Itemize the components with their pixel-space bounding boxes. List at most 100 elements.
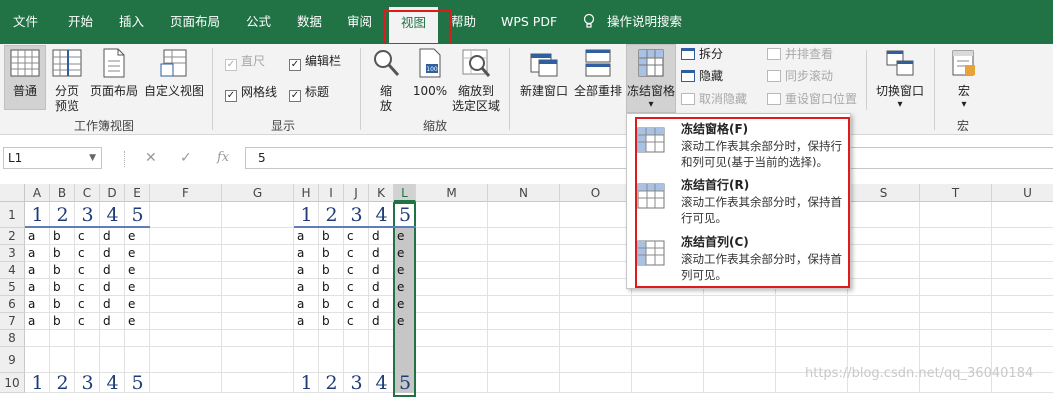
cell-letter[interactable]: e bbox=[125, 262, 150, 279]
cell-letter[interactable]: d bbox=[100, 228, 125, 245]
cell-letter[interactable]: d bbox=[369, 313, 394, 330]
cell-letter[interactable]: d bbox=[100, 262, 125, 279]
cell-letter[interactable]: d bbox=[100, 313, 125, 330]
arrange-all-button[interactable]: 全部重排 bbox=[573, 48, 623, 98]
synchronous-scrolling-button[interactable]: 同步滚动 bbox=[767, 68, 833, 84]
hide-window-button[interactable]: 隐藏 bbox=[681, 68, 723, 84]
tab-help[interactable]: 帮助 bbox=[451, 0, 476, 44]
cell-letter[interactable]: b bbox=[319, 262, 344, 279]
column-header[interactable]: K bbox=[369, 184, 394, 202]
cell-letter[interactable]: b bbox=[319, 245, 344, 262]
cell-number[interactable]: 4 bbox=[100, 373, 125, 393]
name-box[interactable]: L1 ▼ bbox=[3, 147, 102, 169]
cell-letter[interactable]: d bbox=[369, 296, 394, 313]
normal-view-button[interactable]: 普通 bbox=[6, 48, 44, 98]
insert-function-icon[interactable]: fx bbox=[217, 150, 229, 165]
cell-number[interactable]: 3 bbox=[75, 373, 100, 393]
cell-letter[interactable]: c bbox=[344, 262, 369, 279]
tab-wps-pdf[interactable]: WPS PDF bbox=[501, 0, 557, 44]
worksheet-grid[interactable]: ABCDEFGHIJKLMNOPQRSTU 12345678910 11aaaa… bbox=[0, 184, 1053, 397]
cell-letter[interactable]: c bbox=[344, 228, 369, 245]
cell-number[interactable]: 3 bbox=[75, 202, 100, 228]
split-button[interactable]: 拆分 bbox=[681, 46, 723, 62]
cell-letter[interactable]: d bbox=[100, 245, 125, 262]
column-header[interactable]: A bbox=[25, 184, 50, 202]
tab-insert[interactable]: 插入 bbox=[119, 0, 144, 44]
tell-me-search[interactable]: 操作说明搜索 bbox=[607, 0, 682, 44]
headings-checkbox[interactable]: ✓ 标题 bbox=[289, 85, 329, 102]
cell-number[interactable]: 4 bbox=[100, 202, 125, 228]
cell-number[interactable]: 4 bbox=[369, 373, 394, 393]
cell-number[interactable]: 5 bbox=[394, 373, 416, 393]
row-header[interactable]: 4 bbox=[0, 262, 25, 279]
cell-letter[interactable]: a bbox=[294, 262, 319, 279]
row-header[interactable]: 10 bbox=[0, 373, 25, 393]
macros-button[interactable]: 宏 ▾ bbox=[944, 48, 984, 110]
cell-letter[interactable]: c bbox=[75, 296, 100, 313]
freeze-panes-button[interactable]: 冻结窗格 ▾ bbox=[626, 48, 676, 110]
row-header[interactable]: 2 bbox=[0, 228, 25, 245]
row-header[interactable]: 8 bbox=[0, 330, 25, 347]
cell-letter[interactable]: b bbox=[319, 296, 344, 313]
gridlines-checkbox[interactable]: ✓ 网格线 bbox=[225, 85, 277, 102]
tab-formulas[interactable]: 公式 bbox=[246, 0, 271, 44]
cell-letter[interactable]: b bbox=[50, 262, 75, 279]
column-header[interactable]: S bbox=[848, 184, 920, 202]
column-header[interactable]: N bbox=[488, 184, 560, 202]
cell-letter[interactable]: e bbox=[394, 245, 416, 262]
cell-letter[interactable]: c bbox=[344, 313, 369, 330]
menu-item-freeze-panes[interactable]: 冻结窗格(F) 滚动工作表其余部分时，保持行和列可见(基于当前的选择)。 bbox=[636, 118, 846, 174]
tab-review[interactable]: 审阅 bbox=[347, 0, 372, 44]
cell-letter[interactable]: e bbox=[394, 296, 416, 313]
ruler-checkbox[interactable]: ✓ 直尺 bbox=[225, 54, 265, 71]
cell-letter[interactable]: b bbox=[50, 313, 75, 330]
row-header[interactable]: 6 bbox=[0, 296, 25, 313]
cell-letter[interactable]: d bbox=[100, 279, 125, 296]
zoom-button[interactable]: 缩 放 bbox=[370, 48, 402, 113]
cell-letter[interactable]: b bbox=[50, 296, 75, 313]
cell-letter[interactable]: a bbox=[25, 296, 50, 313]
cell-letter[interactable]: e bbox=[394, 279, 416, 296]
custom-view-button[interactable]: 自定义视图 bbox=[143, 48, 205, 98]
column-header[interactable]: C bbox=[75, 184, 100, 202]
column-header[interactable]: T bbox=[920, 184, 992, 202]
row-header[interactable]: 3 bbox=[0, 245, 25, 262]
unhide-window-button[interactable]: 取消隐藏 bbox=[681, 91, 747, 107]
cell-letter[interactable]: e bbox=[394, 262, 416, 279]
cell-letter[interactable]: a bbox=[294, 296, 319, 313]
cell-number[interactable]: 1 bbox=[294, 373, 319, 393]
cell-letter[interactable]: a bbox=[25, 228, 50, 245]
cell-number[interactable]: 2 bbox=[319, 373, 344, 393]
cell-letter[interactable]: c bbox=[344, 279, 369, 296]
reset-window-position-button[interactable]: 重设窗口位置 bbox=[767, 91, 857, 107]
cell-letter[interactable]: d bbox=[369, 262, 394, 279]
row-header[interactable]: 1 bbox=[0, 202, 25, 228]
cell-letter[interactable]: c bbox=[75, 313, 100, 330]
cell-number[interactable]: 5 bbox=[125, 202, 150, 228]
column-header[interactable]: G bbox=[222, 184, 294, 202]
column-header[interactable]: O bbox=[560, 184, 632, 202]
column-header[interactable]: L bbox=[394, 184, 416, 202]
enter-icon[interactable]: ✓ bbox=[180, 150, 192, 166]
cell-letter[interactable]: c bbox=[75, 279, 100, 296]
cell-letter[interactable]: c bbox=[344, 296, 369, 313]
cell-number[interactable]: 5 bbox=[394, 202, 416, 228]
menu-item-freeze-top-row[interactable]: 冻结首行(R) 滚动工作表其余部分时，保持首行可见。 bbox=[636, 174, 846, 230]
cell-letter[interactable]: e bbox=[394, 313, 416, 330]
formula-bar-grip[interactable] bbox=[124, 151, 126, 167]
cell-letter[interactable]: c bbox=[75, 262, 100, 279]
cancel-icon[interactable]: ✕ bbox=[145, 150, 157, 166]
column-header[interactable]: H bbox=[294, 184, 319, 202]
view-side-by-side-button[interactable]: 并排查看 bbox=[767, 46, 833, 62]
cell-letter[interactable]: b bbox=[319, 279, 344, 296]
cell-letter[interactable]: c bbox=[344, 245, 369, 262]
cell-number[interactable]: 1 bbox=[294, 202, 319, 228]
cell-letter[interactable]: d bbox=[100, 296, 125, 313]
cell-letter[interactable]: e bbox=[125, 313, 150, 330]
zoom-100-button[interactable]: 100 100% bbox=[410, 48, 450, 98]
cell-letter[interactable]: d bbox=[369, 279, 394, 296]
cell-letter[interactable]: c bbox=[75, 228, 100, 245]
cell-number[interactable]: 1 bbox=[25, 202, 50, 228]
menu-item-freeze-first-column[interactable]: 冻结首列(C) 滚动工作表其余部分时，保持首列可见。 bbox=[636, 231, 846, 287]
zoom-to-selection-button[interactable]: 缩放到 选定区域 bbox=[450, 48, 502, 113]
